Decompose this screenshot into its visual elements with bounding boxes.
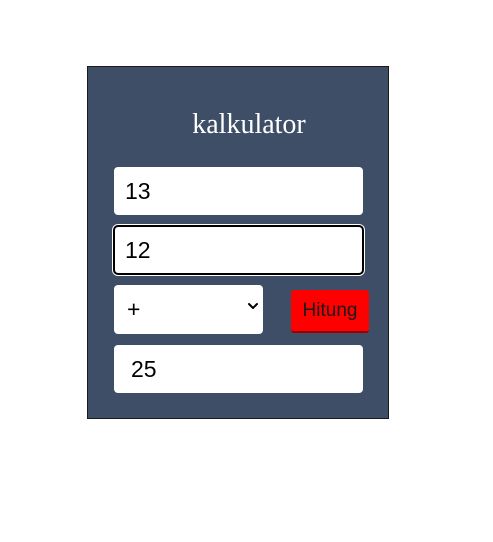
calculate-button[interactable]: Hitung [291,290,369,333]
chevron-down-icon [248,303,258,309]
page-title: kalkulator [192,109,306,140]
calculator-panel: kalkulator + Hitung [87,66,389,419]
operator-selected-value: + [127,296,141,322]
first-number-input[interactable] [114,167,363,215]
result-field[interactable] [114,345,363,393]
operator-select[interactable]: + [114,285,263,334]
second-number-input[interactable] [113,225,364,275]
